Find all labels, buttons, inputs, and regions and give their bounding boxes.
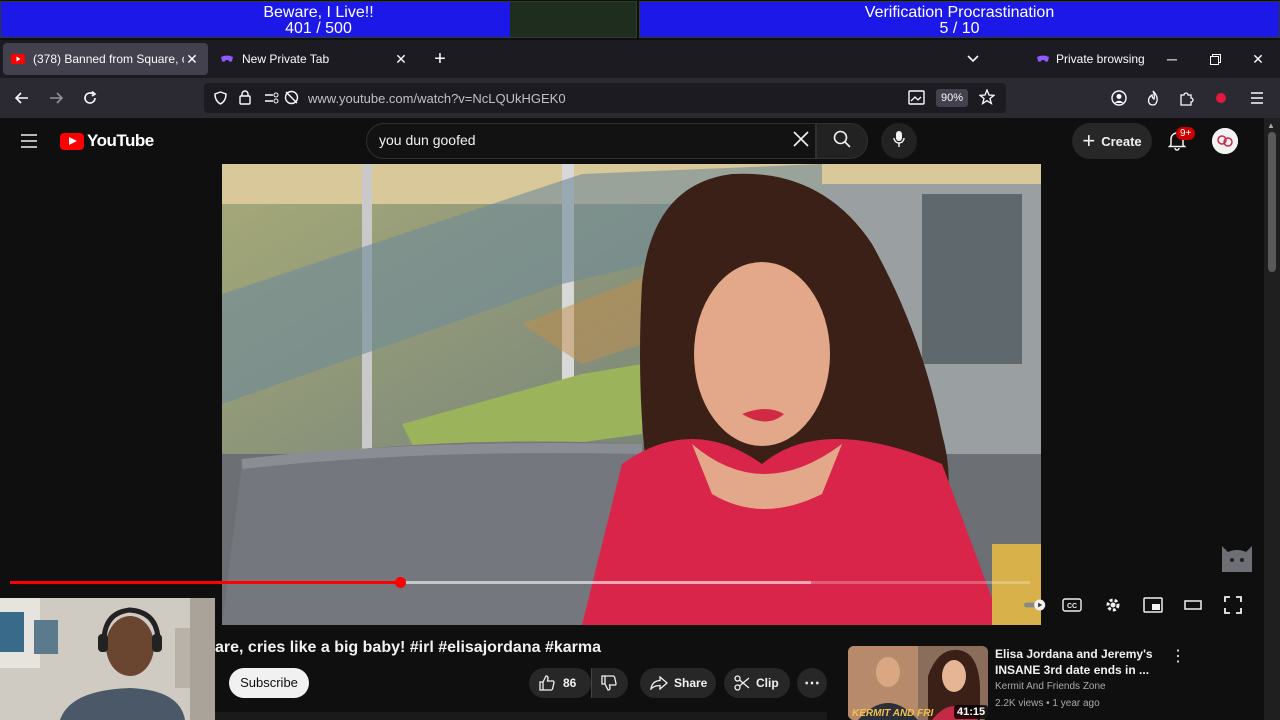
- picture-blocked-icon[interactable]: [908, 90, 925, 110]
- video-title: are, cries like a big baby! #irl #elisaj…: [215, 639, 601, 656]
- list-tabs-chevron-icon[interactable]: [962, 48, 984, 70]
- minimize-icon[interactable]: ─: [1158, 48, 1186, 70]
- notification-count-badge: 9+: [1176, 127, 1196, 140]
- recommended-duration: 41:15: [954, 705, 989, 719]
- tab-youtube-video[interactable]: (378) Banned from Square, cries like a b…: [3, 43, 208, 75]
- extensions-puzzle-icon[interactable]: [1175, 86, 1199, 110]
- video-player[interactable]: [222, 164, 1041, 625]
- tab-new-private[interactable]: New Private Tab ✕: [212, 43, 417, 75]
- youtube-play-logo-icon: [60, 132, 84, 150]
- share-button[interactable]: Share: [640, 668, 716, 698]
- clip-label: Clip: [756, 676, 779, 690]
- youtube-logo[interactable]: YouTube: [60, 131, 154, 151]
- stream-goal-overlay: Beware, I Live!! 401 / 500 Verification …: [0, 0, 1280, 40]
- search-icon: [833, 130, 851, 153]
- share-arrow-icon: [650, 676, 668, 690]
- page-scrollbar[interactable]: ▲: [1264, 118, 1280, 720]
- create-label: Create: [1101, 133, 1142, 149]
- extension-red-icon[interactable]: [1209, 86, 1233, 110]
- private-mask-icon: [1036, 54, 1050, 64]
- url-bar[interactable]: www.youtube.com/watch?v=NcLQUkHGEK0 90%: [204, 83, 1006, 113]
- miniplayer-icon[interactable]: [1142, 594, 1164, 616]
- scissors-icon: [734, 675, 750, 691]
- goal-1-title: Beware, I Live!!: [263, 4, 374, 21]
- scroll-up-icon[interactable]: ▲: [1267, 121, 1275, 130]
- search-clear-icon[interactable]: [790, 130, 812, 152]
- search-button[interactable]: [816, 123, 868, 159]
- private-mask-icon: [220, 52, 234, 66]
- recommended-video-title[interactable]: Elisa Jordana and Jeremy's INSANE 3rd da…: [995, 646, 1155, 678]
- captions-icon[interactable]: CC: [1061, 594, 1083, 616]
- share-label: Share: [674, 676, 708, 690]
- streamer-webcam-overlay: [0, 598, 215, 720]
- window-close-icon[interactable]: ✕: [1244, 48, 1272, 70]
- more-horizontal-icon: ⋯: [804, 675, 820, 692]
- theater-mode-icon[interactable]: [1182, 594, 1204, 616]
- clip-button[interactable]: Clip: [724, 668, 790, 698]
- progress-scrubber-handle[interactable]: [394, 577, 406, 588]
- more-vertical-icon[interactable]: ⋮: [1170, 646, 1186, 665]
- thumbs-up-icon: [539, 675, 555, 691]
- youtube-favicon-icon: [11, 52, 25, 66]
- restore-icon[interactable]: [1201, 48, 1229, 70]
- more-actions-button[interactable]: ⋯: [797, 668, 827, 698]
- tab-title: New Private Tab: [242, 52, 330, 66]
- youtube-logo-text: YouTube: [87, 131, 154, 150]
- account-icon[interactable]: [1107, 86, 1131, 110]
- tab-title: (378) Banned from Square, cries like a b…: [33, 52, 184, 66]
- back-arrow-icon[interactable]: [10, 86, 34, 110]
- scrollbar-thumb[interactable]: [1268, 132, 1276, 272]
- private-browsing-indicator: Private browsing: [1036, 52, 1145, 66]
- settings-gear-icon[interactable]: [1102, 594, 1124, 616]
- video-progress-bar[interactable]: [10, 577, 1030, 588]
- microphone-icon: [893, 130, 905, 153]
- reload-icon[interactable]: [78, 86, 102, 110]
- lock-icon[interactable]: [239, 90, 251, 110]
- youtube-header: YouTube + Create 9+: [0, 118, 1264, 164]
- thumb-caption: KERMIT AND FRI: [852, 708, 934, 719]
- thumbs-down-icon: [601, 675, 617, 691]
- search-input[interactable]: [379, 132, 779, 148]
- goal-2-progress: 5 / 10: [939, 20, 980, 37]
- cat-sticker-icon: [1218, 538, 1256, 574]
- zoom-level-badge[interactable]: 90%: [936, 89, 969, 107]
- create-button[interactable]: + Create: [1072, 123, 1152, 159]
- tab-close-icon[interactable]: ✕: [393, 51, 409, 68]
- plus-icon: +: [1082, 128, 1096, 153]
- private-browsing-label: Private browsing: [1056, 52, 1145, 66]
- account-avatar[interactable]: [1212, 128, 1238, 154]
- fullscreen-icon[interactable]: [1222, 594, 1244, 616]
- browser-tab-strip: (378) Banned from Square, cries like a b…: [0, 40, 1280, 78]
- goal-bar-2: Verification Procrastination 5 / 10: [639, 1, 1280, 38]
- goal-2-title: Verification Procrastination: [864, 4, 1055, 21]
- app-menu-icon[interactable]: [1245, 86, 1269, 110]
- tab-close-icon[interactable]: ✕: [184, 51, 200, 68]
- permissions-icon[interactable]: [264, 91, 280, 110]
- subscribe-button[interactable]: Subscribe: [229, 668, 309, 698]
- dislike-button[interactable]: [591, 668, 628, 698]
- new-tab-plus-icon[interactable]: +: [429, 48, 451, 70]
- like-count: 86: [563, 676, 577, 690]
- forget-fire-icon[interactable]: [1141, 86, 1165, 110]
- search-box[interactable]: [366, 123, 816, 159]
- browser-nav-bar: www.youtube.com/watch?v=NcLQUkHGEK0 90%: [0, 78, 1280, 118]
- goal-1-progress: 401 / 500: [285, 20, 352, 37]
- recommended-video-meta: 2.2K views • 1 year ago: [995, 698, 1100, 709]
- url-text[interactable]: www.youtube.com/watch?v=NcLQUkHGEK0: [308, 91, 566, 106]
- voice-search-button[interactable]: [881, 123, 917, 159]
- recommended-channel-name[interactable]: Kermit And Friends Zone: [995, 681, 1106, 692]
- tracking-shield-icon[interactable]: [214, 91, 227, 110]
- video-frame-image: [222, 164, 1041, 625]
- goal-bar-1: Beware, I Live!! 401 / 500: [0, 1, 637, 38]
- description-box-edge: [215, 712, 827, 720]
- progress-played: [10, 581, 400, 584]
- like-button[interactable]: 86: [529, 668, 591, 698]
- webcam-image: [0, 598, 215, 720]
- autoplay-blocked-icon[interactable]: [284, 90, 299, 110]
- guide-menu-icon[interactable]: [18, 130, 40, 152]
- forward-arrow-icon[interactable]: [44, 86, 68, 110]
- autoplay-toggle[interactable]: [1024, 594, 1046, 616]
- svg-text:CC: CC: [1067, 603, 1077, 610]
- bookmark-star-icon[interactable]: [978, 88, 996, 110]
